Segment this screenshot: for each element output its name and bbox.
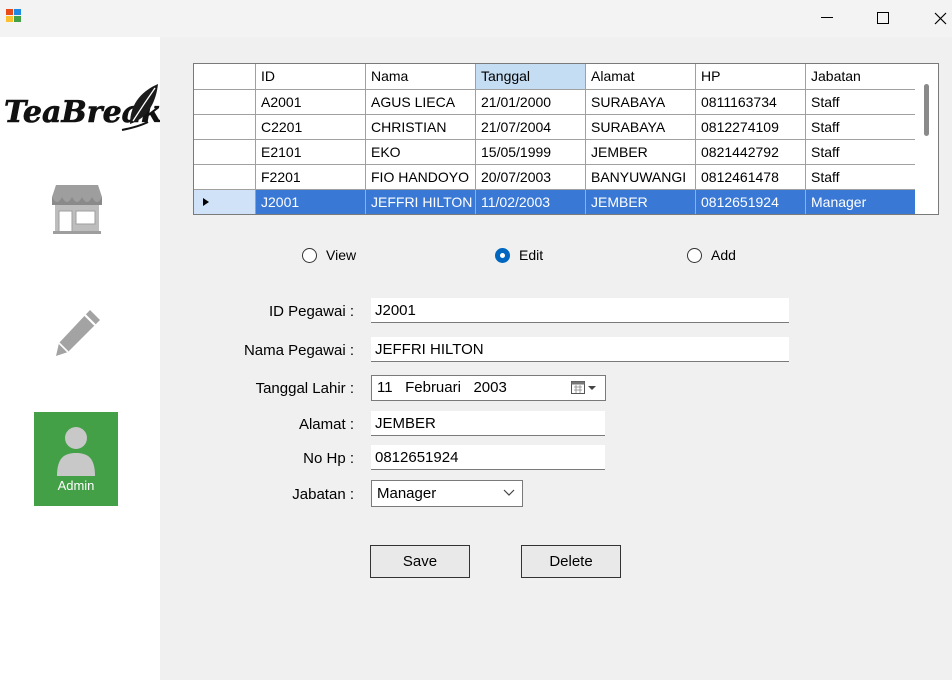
cell-hp[interactable]: 0821442792 — [696, 140, 806, 164]
alamat-field[interactable] — [371, 411, 605, 436]
cell-hp[interactable]: 0811163734 — [696, 90, 806, 114]
cell-nama[interactable]: CHRISTIAN — [366, 115, 476, 139]
cell-jabatan[interactable]: Staff — [806, 140, 916, 164]
radio-add[interactable]: Add — [687, 246, 736, 264]
store-icon[interactable] — [50, 183, 104, 235]
user-icon — [57, 427, 95, 476]
maximize-button[interactable] — [868, 4, 898, 32]
cell-tanggal[interactable]: 11/02/2003 — [476, 190, 586, 214]
col-header-id[interactable]: ID — [256, 64, 366, 89]
row-header-corner — [194, 64, 256, 89]
row-header[interactable] — [194, 165, 256, 189]
radio-view-dot[interactable] — [302, 247, 317, 263]
close-icon — [934, 12, 946, 24]
nama-pegawai-label: Nama Pegawai : — [243, 342, 354, 359]
row-header[interactable] — [194, 90, 256, 114]
radio-add-label: Add — [711, 247, 736, 263]
cell-alamat[interactable]: SURABAYA — [586, 115, 696, 139]
current-row-arrow-icon — [203, 198, 209, 206]
col-header-nama[interactable]: Nama — [366, 64, 476, 89]
maximize-icon — [877, 12, 889, 24]
jabatan-label: Jabatan : — [292, 486, 354, 503]
minimize-icon — [821, 17, 833, 18]
chevron-down-icon — [503, 489, 515, 496]
cell-alamat[interactable]: SURABAYA — [586, 90, 696, 114]
cell-tanggal[interactable]: 21/07/2004 — [476, 115, 586, 139]
radio-view-label: View — [326, 247, 357, 263]
nama-pegawai-field[interactable] — [371, 337, 789, 362]
col-header-alamat[interactable]: Alamat — [586, 64, 696, 89]
minimize-button[interactable] — [812, 4, 842, 32]
cell-nama[interactable]: AGUS LIECA — [366, 90, 476, 114]
id-pegawai-field[interactable] — [371, 298, 789, 323]
col-header-jabatan[interactable]: Jabatan — [806, 64, 916, 89]
cell-tanggal[interactable]: 21/01/2000 — [476, 90, 586, 114]
radio-edit-dot[interactable] — [495, 247, 510, 263]
table-row-selected[interactable]: J2001 JEFFRI HILTON 11/02/2003 JEMBER 08… — [194, 190, 916, 214]
cell-tanggal[interactable]: 15/05/1999 — [476, 140, 586, 164]
jabatan-select[interactable]: Manager — [371, 480, 523, 507]
alamat-label: Alamat : — [298, 416, 354, 433]
tanggal-lahir-label: Tanggal Lahir : — [255, 380, 354, 397]
grid-scrollbar[interactable] — [915, 64, 938, 214]
close-button[interactable] — [925, 4, 952, 32]
cell-id[interactable]: A2001 — [256, 90, 366, 114]
cell-jabatan[interactable]: Staff — [806, 115, 916, 139]
cell-tanggal[interactable]: 20/07/2003 — [476, 165, 586, 189]
scrollbar-thumb[interactable] — [924, 84, 929, 136]
cell-jabatan[interactable]: Staff — [806, 165, 916, 189]
teabreak-logo: TeaBreak — [2, 82, 162, 138]
dob-month[interactable]: Februari — [405, 379, 461, 396]
cell-hp[interactable]: 0812274109 — [696, 115, 806, 139]
delete-button[interactable]: Delete — [521, 545, 621, 578]
row-header[interactable] — [194, 140, 256, 164]
table-row[interactable]: E2101 EKO 15/05/1999 JEMBER 0821442792 S… — [194, 140, 916, 165]
cell-id[interactable]: C2201 — [256, 115, 366, 139]
cell-nama[interactable]: EKO — [366, 140, 476, 164]
cell-jabatan[interactable]: Manager — [806, 190, 916, 214]
cell-hp[interactable]: 0812651924 — [696, 190, 806, 214]
title-bar — [0, 0, 952, 37]
radio-edit[interactable]: Edit — [495, 246, 543, 264]
cell-id[interactable]: E2101 — [256, 140, 366, 164]
jabatan-selected-value: Manager — [377, 485, 437, 502]
cell-jabatan[interactable]: Staff — [806, 90, 916, 114]
radio-edit-label: Edit — [519, 247, 544, 263]
admin-button[interactable]: Admin — [34, 412, 118, 506]
no-hp-label: No Hp : — [303, 450, 354, 467]
col-header-hp[interactable]: HP — [696, 64, 806, 89]
tanggal-lahir-datepicker[interactable]: 11 Februari 2003 — [371, 375, 606, 401]
calendar-dropdown-icon[interactable] — [571, 381, 597, 395]
table-row[interactable]: C2201 CHRISTIAN 21/07/2004 SURABAYA 0812… — [194, 115, 916, 140]
app-icon — [6, 9, 22, 23]
no-hp-field[interactable] — [371, 445, 605, 470]
dob-year[interactable]: 2003 — [473, 379, 506, 396]
save-button[interactable]: Save — [370, 545, 470, 578]
cell-id[interactable]: J2001 — [256, 190, 366, 214]
admin-label: Admin — [57, 478, 95, 493]
row-header[interactable] — [194, 115, 256, 139]
pencil-icon[interactable] — [52, 306, 104, 358]
radio-add-dot[interactable] — [687, 247, 702, 263]
radio-view[interactable]: View — [302, 246, 356, 264]
table-row[interactable]: A2001 AGUS LIECA 21/01/2000 SURABAYA 081… — [194, 90, 916, 115]
cell-alamat[interactable]: BANYUWANGI — [586, 165, 696, 189]
grid-header: ID Nama Tanggal Alamat HP Jabatan — [194, 64, 916, 90]
cell-id[interactable]: F2201 — [256, 165, 366, 189]
cell-alamat[interactable]: JEMBER — [586, 140, 696, 164]
id-pegawai-label: ID Pegawai : — [268, 303, 354, 320]
cell-nama[interactable]: JEFFRI HILTON — [366, 190, 476, 214]
cell-alamat[interactable]: JEMBER — [586, 190, 696, 214]
cell-hp[interactable]: 0812461478 — [696, 165, 806, 189]
col-header-tanggal[interactable]: Tanggal — [476, 64, 586, 89]
dob-day[interactable]: 11 — [377, 379, 393, 396]
cell-nama[interactable]: FIO HANDOYO — [366, 165, 476, 189]
row-header[interactable] — [194, 190, 256, 214]
table-row[interactable]: F2201 FIO HANDOYO 20/07/2003 BANYUWANGI … — [194, 165, 916, 190]
employee-grid[interactable]: ID Nama Tanggal Alamat HP Jabatan A2001 … — [193, 63, 939, 215]
